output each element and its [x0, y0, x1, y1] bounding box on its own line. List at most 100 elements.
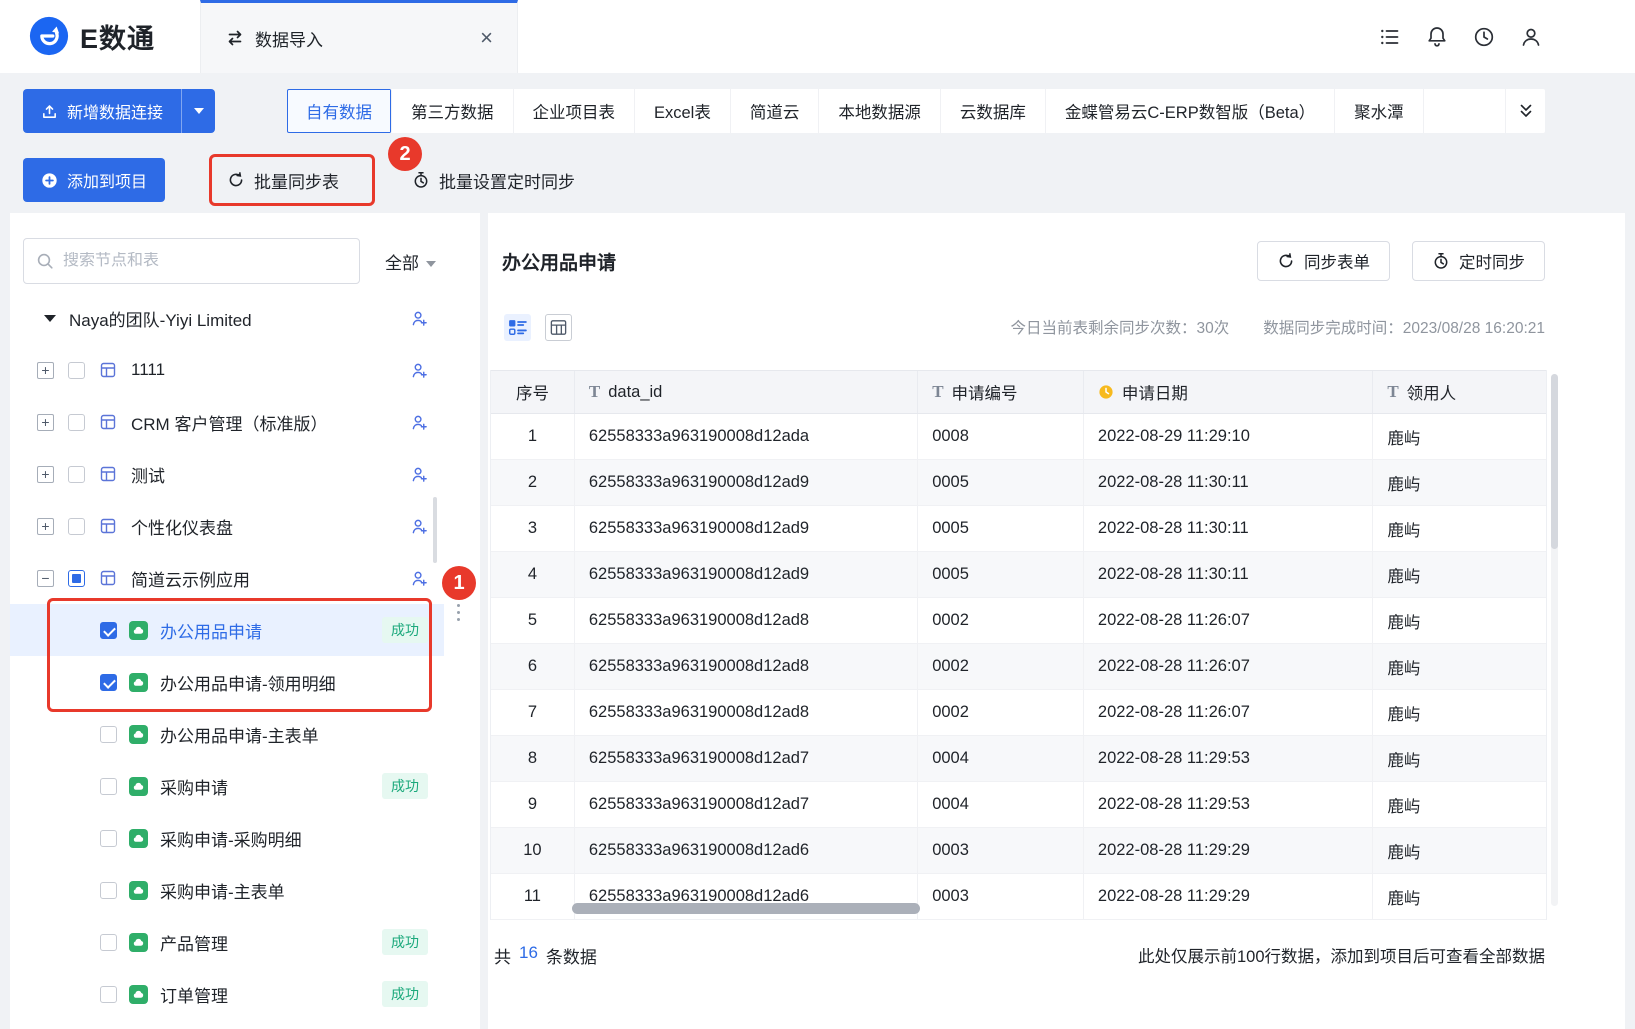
node-checkbox[interactable]	[100, 725, 117, 743]
source-tab-9[interactable]: 聚水潭	[1335, 89, 1424, 133]
node-checkbox[interactable]	[100, 881, 117, 899]
node-checkbox[interactable]	[100, 829, 117, 847]
schedule-sync-button[interactable]: 定时同步	[1412, 241, 1545, 281]
add-to-project-button[interactable]: 添加到项目	[23, 158, 166, 202]
search-input[interactable]	[63, 252, 347, 270]
table-cell: 0005	[918, 460, 1084, 505]
horizontal-scrollbar[interactable]	[572, 903, 920, 914]
node-checkbox[interactable]	[68, 413, 85, 431]
expand-tabs-button[interactable]	[1505, 89, 1545, 133]
column-header-index[interactable]: 序号	[491, 371, 575, 413]
table-cell: 0005	[918, 552, 1084, 597]
table-cell: 2022-08-28 11:29:29	[1084, 874, 1374, 919]
source-tab-7[interactable]: 云数据库	[941, 89, 1046, 133]
table-row-8[interactable]: 8 62558333a963190008d12ad7 0004 2022-08-28 …	[491, 736, 1546, 782]
node-checkbox[interactable]	[68, 465, 85, 483]
table-row-1[interactable]: 1 62558333a963190008d12ada 0008 2022-08-29 …	[491, 414, 1546, 460]
tree-node-12[interactable]: 采购申请-主表单	[10, 864, 444, 916]
source-tab-8[interactable]: 金蝶管易云C-ERP数智版（Beta）	[1046, 89, 1336, 133]
table-cell: 0002	[918, 690, 1084, 735]
person-link-icon[interactable]	[411, 310, 428, 327]
tree-search[interactable]	[23, 238, 360, 284]
tree-node-4[interactable]: + 测试	[10, 448, 444, 500]
tree-node-3[interactable]: + CRM 客户管理（标准版）	[10, 396, 444, 448]
node-checkbox[interactable]	[100, 985, 117, 1003]
table-vertical-scrollbar[interactable]	[1551, 374, 1558, 906]
source-tab-2[interactable]: 第三方数据	[392, 89, 514, 133]
table-view-button[interactable]	[545, 313, 572, 341]
person-link-icon[interactable]	[411, 466, 428, 483]
table-row-3[interactable]: 3 62558333a963190008d12ad9 0005 2022-08-28 …	[491, 506, 1546, 552]
bell-icon[interactable]	[1425, 25, 1449, 49]
node-tree-panel: 全部 Naya的团队-Yiyi Limited+1111+CRM 客户管理（标准…	[10, 213, 480, 1029]
node-checkbox[interactable]	[100, 673, 117, 691]
tree-node-8[interactable]: 办公用品申请-领用明细	[10, 656, 444, 708]
expand-icon[interactable]: +	[37, 413, 54, 431]
tree-node-1[interactable]: Naya的团队-Yiyi Limited	[10, 292, 444, 344]
sidebar-scrollbar[interactable]	[433, 497, 437, 563]
table-row-4[interactable]: 4 62558333a963190008d12ad9 0005 2022-08-28 …	[491, 552, 1546, 598]
expand-icon[interactable]: +	[37, 465, 54, 483]
column-header-recipient[interactable]: T 领用人	[1373, 371, 1546, 413]
expand-icon[interactable]: +	[37, 517, 54, 535]
table-row-5[interactable]: 5 62558333a963190008d12ad8 0002 2022-08-28 …	[491, 598, 1546, 644]
table-cell: 0002	[918, 598, 1084, 643]
source-tab-3[interactable]: 企业项目表	[514, 89, 635, 133]
node-checkbox[interactable]	[68, 361, 85, 379]
table-cell: 鹿屿	[1387, 889, 1421, 908]
tree-node-9[interactable]: 办公用品申请-主表单	[10, 708, 444, 760]
source-tabs: 自有数据 第三方数据 企业项目表 Excel表 简道云 本地数据源 云数据库 金蝶管易云C-E…	[287, 89, 1505, 133]
new-connection-dropdown-arrow[interactable]	[181, 89, 215, 133]
tree-node-11[interactable]: 采购申请-采购明细	[10, 812, 444, 864]
task-list-icon[interactable]	[1378, 25, 1402, 49]
tab-label: 数据导入	[255, 30, 323, 50]
tree-node-5[interactable]: + 个性化仪表盘	[10, 500, 444, 552]
caret-down-icon[interactable]	[44, 314, 56, 322]
source-tab-4[interactable]: Excel表	[635, 89, 731, 133]
tree-node-6[interactable]: − 简道云示例应用	[10, 552, 444, 604]
list-view-button[interactable]	[504, 313, 531, 341]
table-cell: 62558333a963190008d12ad7	[575, 736, 919, 781]
user-icon[interactable]	[1519, 25, 1543, 49]
tree-node-10[interactable]: 采购申请 成功	[10, 760, 444, 812]
sync-form-button[interactable]: 同步表单	[1257, 241, 1390, 281]
person-link-icon[interactable]	[411, 570, 428, 587]
table-row-9[interactable]: 9 62558333a963190008d12ad7 0004 2022-08-28 …	[491, 782, 1546, 828]
source-tab-6[interactable]: 本地数据源	[819, 89, 941, 133]
tree-filter-dropdown[interactable]: 全部	[385, 249, 436, 274]
tree-node-13[interactable]: 产品管理 成功	[10, 916, 444, 968]
node-checkbox[interactable]	[68, 569, 85, 587]
source-tab-1[interactable]: 自有数据	[287, 89, 392, 133]
table-row-2[interactable]: 2 62558333a963190008d12ad9 0005 2022-08-28 …	[491, 460, 1546, 506]
close-icon[interactable]: ×	[480, 27, 493, 49]
table-cell: 62558333a963190008d12ad8	[575, 598, 919, 643]
node-checkbox[interactable]	[100, 777, 117, 795]
search-icon	[36, 252, 54, 270]
history-icon[interactable]	[1472, 25, 1496, 49]
new-data-connection-button[interactable]: 新增数据连接	[23, 89, 216, 133]
person-link-icon[interactable]	[411, 414, 428, 431]
tree-node-7[interactable]: 办公用品申请 成功	[10, 604, 444, 656]
table-row-6[interactable]: 6 62558333a963190008d12ad8 0002 2022-08-28 …	[491, 644, 1546, 690]
expand-icon[interactable]: +	[37, 361, 54, 379]
batch-sync-tables-button[interactable]: 批量同步表	[227, 158, 339, 202]
node-checkbox[interactable]	[68, 517, 85, 535]
tree-node-2[interactable]: +1111	[10, 344, 444, 396]
tree-node-14[interactable]: 订单管理 成功	[10, 968, 444, 1020]
source-tab-5[interactable]: 简道云	[731, 89, 820, 133]
person-link-icon[interactable]	[411, 362, 428, 379]
column-header-apply-no[interactable]: T 申请编号	[918, 371, 1084, 413]
person-link-icon[interactable]	[411, 518, 428, 535]
column-header-apply-date[interactable]: 申请日期	[1084, 371, 1374, 413]
table-cell: 2022-08-28 11:30:11	[1084, 460, 1374, 505]
panel-resize-handle[interactable]	[457, 604, 460, 621]
batch-schedule-sync-button[interactable]: 批量设置定时同步	[412, 158, 575, 202]
table-row-7[interactable]: 7 62558333a963190008d12ad8 0002 2022-08-28 …	[491, 690, 1546, 736]
table-row-10[interactable]: 10 62558333a963190008d12ad6 0003 2022-08-28…	[491, 828, 1546, 874]
data-source-tabs-bar: 自有数据 第三方数据 企业项目表 Excel表 简道云 本地数据源 云数据库 金蝶管易云C-E…	[287, 89, 1545, 133]
column-header-data-id[interactable]: T data_id	[575, 371, 919, 413]
node-checkbox[interactable]	[100, 621, 117, 639]
tab-data-import[interactable]: 数据导入 ×	[200, 0, 518, 73]
collapse-icon[interactable]: −	[37, 569, 54, 587]
node-checkbox[interactable]	[100, 933, 117, 951]
